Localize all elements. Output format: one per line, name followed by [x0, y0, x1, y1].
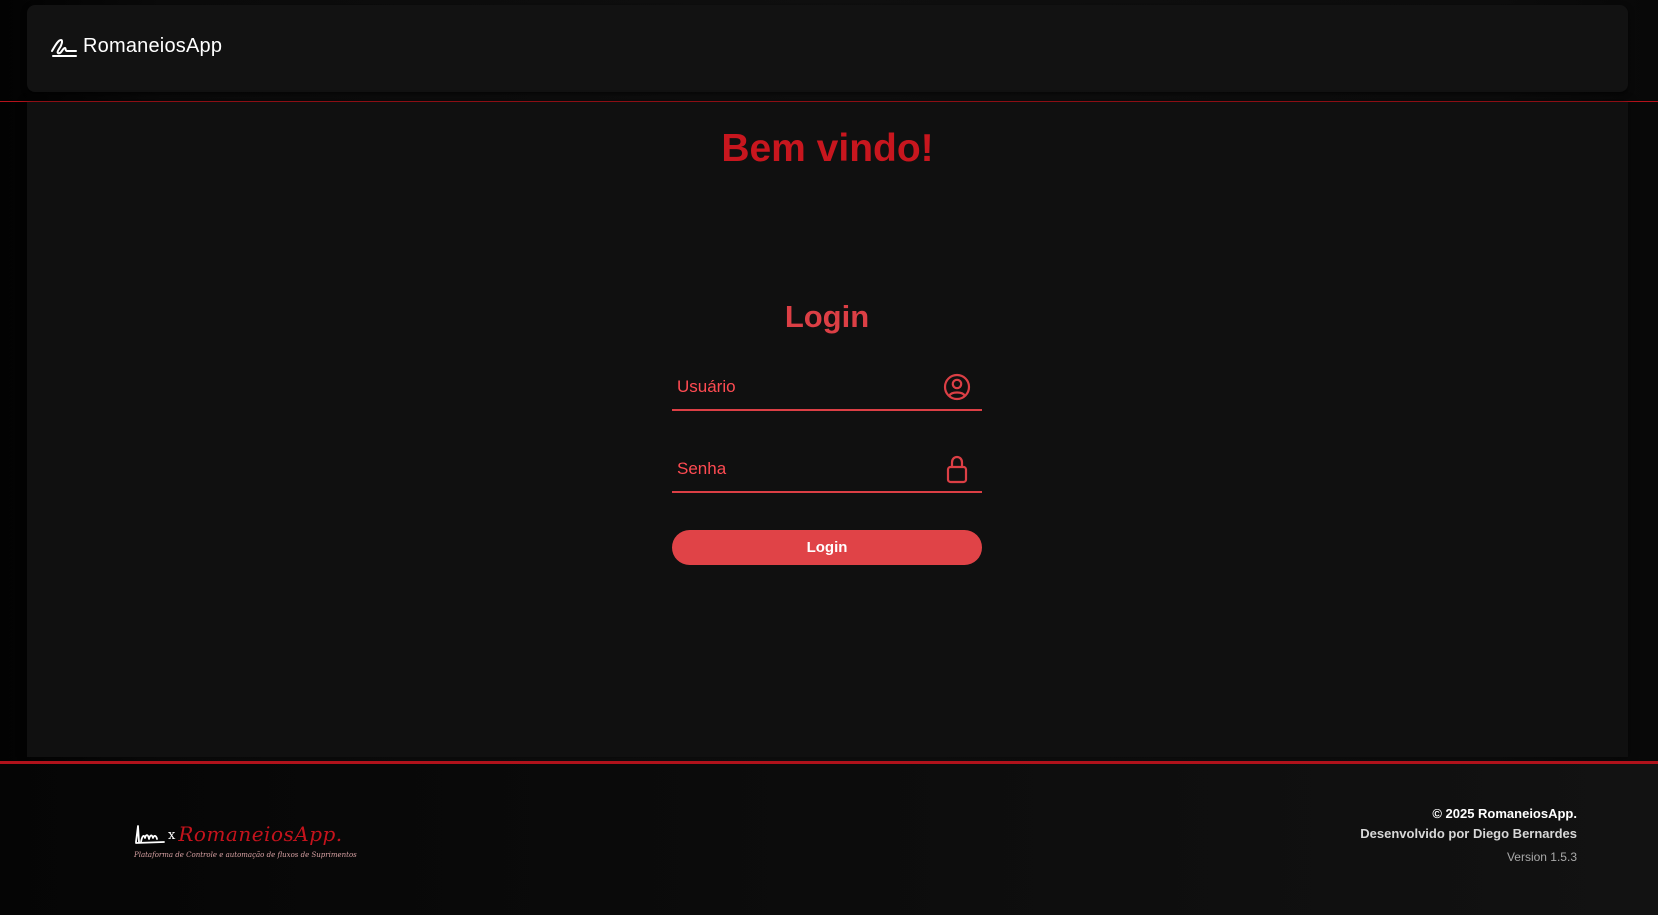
password-input[interactable] — [672, 447, 937, 491]
footer-logo-separator: x — [168, 828, 176, 843]
footer-logo-row: x RomaneiosApp. — [134, 818, 343, 846]
footer: x RomaneiosApp. Plataforma de Controle e… — [0, 764, 1658, 915]
footer-logo: x RomaneiosApp. Plataforma de Controle e… — [134, 818, 357, 868]
lock-icon — [942, 454, 972, 484]
login-title: Login — [784, 299, 870, 334]
navbar: RomaneiosApp — [27, 5, 1628, 92]
username-field-wrapper — [672, 365, 982, 411]
version-text: Version 1.5.3 — [1506, 850, 1577, 864]
brand-name: RomaneiosApp — [83, 35, 223, 57]
footer-info: © 2025 RomaneiosApp. Desenvolvido por Di… — [1360, 804, 1577, 867]
copyright-text: © 2025 RomaneiosApp. — [1432, 806, 1577, 821]
welcome-title: Bem vindo! — [721, 127, 934, 170]
footer-logo-name: RomaneiosApp. — [178, 822, 343, 846]
signature-icon — [50, 36, 78, 58]
login-button[interactable]: Login — [672, 530, 982, 565]
brand-link[interactable]: RomaneiosApp — [50, 35, 222, 58]
developer-credit: Desenvolvido por Diego Bernardes — [1360, 826, 1577, 841]
username-input[interactable] — [672, 365, 937, 409]
partner-signature-icon — [134, 822, 166, 846]
login-form: Login Usuário Login — [672, 297, 982, 565]
footer-logo-tagline: Plataforma de Controle e automação de fl… — [134, 851, 357, 859]
app-shell: RomaneiosApp Bem vindo! Login Usuário Lo… — [0, 0, 1658, 915]
main-content: Bem vindo! Login Usuário Login — [27, 102, 1628, 757]
user-circle-icon — [942, 372, 972, 402]
password-field-wrapper — [672, 447, 982, 493]
